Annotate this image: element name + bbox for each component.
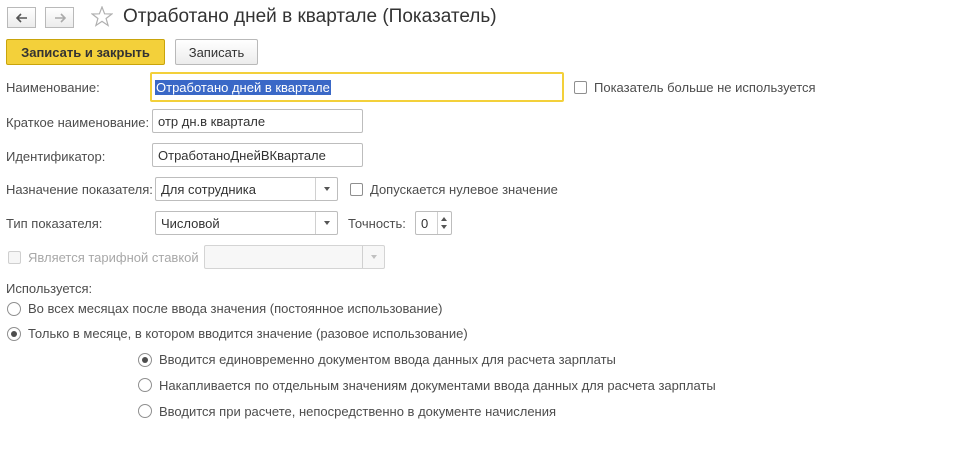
arrow-right-icon xyxy=(54,12,66,23)
name-value: Отработано дней в квартале xyxy=(155,79,331,95)
precision-spin-buttons[interactable] xyxy=(437,212,451,234)
tariff-checkbox[interactable] xyxy=(8,251,21,264)
usage-option-permanent-label: Во всех месяцах после ввода значения (по… xyxy=(28,301,443,316)
input-mode-calculation-label: Вводится при расчете, непосредственно в … xyxy=(159,404,557,419)
radio-selected-dot xyxy=(11,331,17,337)
purpose-select[interactable]: Для сотрудника xyxy=(155,177,338,201)
radio-selected-dot xyxy=(142,357,148,363)
type-select[interactable]: Числовой xyxy=(155,211,338,235)
precision-label: Точность: xyxy=(348,216,406,231)
tariff-select[interactable] xyxy=(204,245,385,269)
save-and-close-button[interactable]: Записать и закрыть xyxy=(6,39,165,65)
input-mode-accumulate-label: Накапливается по отдельным значениям док… xyxy=(159,378,716,393)
zero-allowed-checkbox[interactable] xyxy=(350,183,363,196)
name-label: Наименование: xyxy=(6,80,100,95)
not-used-checkbox[interactable] xyxy=(574,81,587,94)
input-mode-single-radio[interactable] xyxy=(138,353,152,367)
arrow-left-icon xyxy=(15,12,27,23)
not-used-label: Показатель больше не используется xyxy=(594,80,816,95)
tariff-label: Является тарифной ставкой xyxy=(28,250,199,265)
usage-option-once-radio[interactable] xyxy=(7,327,21,341)
save-button[interactable]: Записать xyxy=(175,39,258,65)
favorite-star-icon[interactable] xyxy=(90,5,114,30)
identifier-input[interactable]: ОтработаноДнейВКвартале xyxy=(152,143,363,167)
short-name-label: Краткое наименование: xyxy=(6,115,150,130)
spin-up-icon[interactable] xyxy=(441,217,447,221)
tariff-dropdown-button[interactable] xyxy=(362,246,384,268)
purpose-value: Для сотрудника xyxy=(161,181,256,197)
input-mode-single-label: Вводится единовременно документом ввода … xyxy=(159,352,616,367)
type-dropdown-button[interactable] xyxy=(315,212,337,234)
chevron-down-icon xyxy=(323,187,330,191)
purpose-label: Назначение показателя: xyxy=(6,182,153,197)
type-label: Тип показателя: xyxy=(6,216,103,231)
usage-option-once-label: Только в месяце, в котором вводится знач… xyxy=(28,326,468,341)
type-value: Числовой xyxy=(161,215,220,231)
window-title: Отработано дней в квартале (Показатель) xyxy=(123,6,497,27)
chevron-down-icon xyxy=(370,255,377,259)
identifier-label: Идентификатор: xyxy=(6,149,106,164)
chevron-down-icon xyxy=(323,221,330,225)
usage-label: Используется: xyxy=(6,281,93,296)
input-mode-calculation-radio[interactable] xyxy=(138,404,152,418)
purpose-dropdown-button[interactable] xyxy=(315,178,337,200)
input-mode-accumulate-radio[interactable] xyxy=(138,378,152,392)
precision-value: 0 xyxy=(421,216,429,231)
usage-option-permanent-radio[interactable] xyxy=(7,302,21,316)
back-button[interactable] xyxy=(7,7,36,28)
forward-button[interactable] xyxy=(45,7,74,28)
spin-down-icon[interactable] xyxy=(441,225,447,229)
precision-stepper[interactable]: 0 xyxy=(415,211,452,235)
name-input[interactable]: Отработано дней в квартале xyxy=(150,72,564,102)
zero-allowed-label: Допускается нулевое значение xyxy=(370,182,558,197)
short-name-input[interactable]: отр дн.в квартале xyxy=(152,109,363,133)
